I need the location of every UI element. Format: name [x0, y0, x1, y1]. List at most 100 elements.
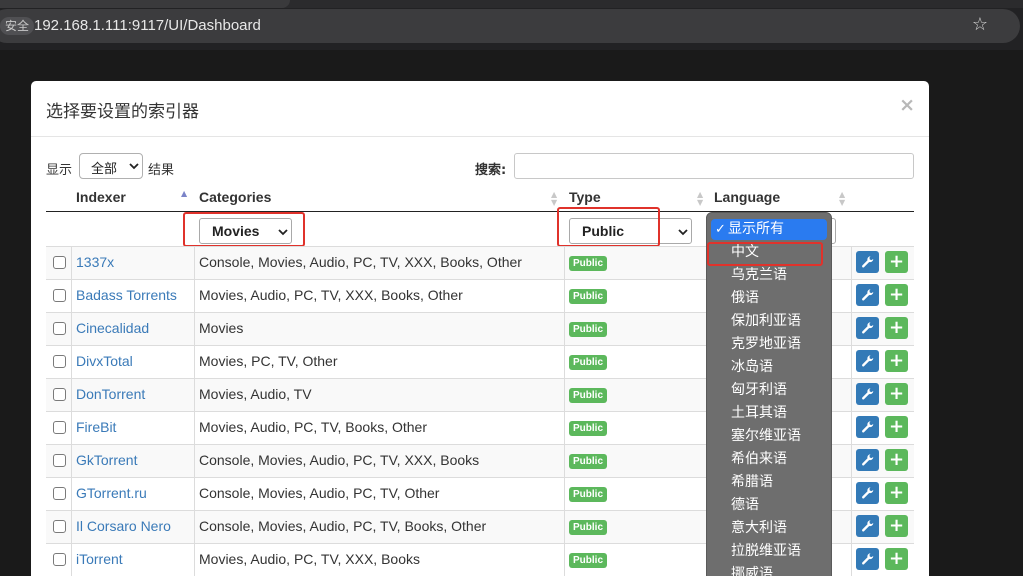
- language-option-label: 土耳其语: [731, 405, 787, 421]
- column-divider: [851, 346, 852, 379]
- language-option[interactable]: 意大利语: [711, 518, 827, 539]
- language-option[interactable]: 克罗地亚语: [711, 334, 827, 355]
- active-tab[interactable]: [0, 0, 290, 8]
- row-select-checkbox[interactable]: [53, 322, 66, 335]
- configure-button[interactable]: [856, 350, 879, 372]
- add-indexer-button[interactable]: +: [885, 548, 908, 570]
- language-dropdown[interactable]: ✓ 显示所有 中文 乌克兰语 俄语 保加利亚语 克罗地亚语 冰岛语 匈牙利语 土耳其语 塞尔维亚语希…: [706, 212, 832, 576]
- add-indexer-button[interactable]: +: [885, 449, 908, 471]
- add-indexer-button[interactable]: +: [885, 284, 908, 306]
- add-indexer-button[interactable]: +: [885, 251, 908, 273]
- language-option[interactable]: 希伯来语: [711, 449, 827, 470]
- indexer-name-link[interactable]: Il Corsaro Nero: [76, 518, 171, 534]
- add-indexer-button[interactable]: +: [885, 317, 908, 339]
- language-option[interactable]: 乌克兰语: [711, 265, 827, 286]
- configure-button[interactable]: [856, 317, 879, 339]
- header-categories[interactable]: Categories: [199, 189, 271, 205]
- header-type[interactable]: Type: [569, 189, 601, 205]
- row-select-checkbox[interactable]: [53, 454, 66, 467]
- language-option[interactable]: 俄语: [711, 288, 827, 309]
- sort-icon[interactable]: ▲ ▼: [697, 191, 703, 207]
- column-divider: [564, 511, 565, 544]
- column-divider: [851, 445, 852, 478]
- wrench-icon: [861, 452, 875, 471]
- language-option-label: 冰岛语: [731, 359, 773, 375]
- tab-strip: [0, 0, 1023, 8]
- close-icon[interactable]: ×: [899, 95, 915, 115]
- column-divider: [564, 346, 565, 379]
- length-prefix-label: 显示: [46, 163, 73, 178]
- row-select-checkbox[interactable]: [53, 520, 66, 533]
- add-indexer-button[interactable]: +: [885, 482, 908, 504]
- row-select-checkbox[interactable]: [53, 289, 66, 302]
- language-option[interactable]: 土耳其语: [711, 403, 827, 424]
- configure-button[interactable]: [856, 416, 879, 438]
- language-option[interactable]: 匈牙利语: [711, 380, 827, 401]
- configure-button[interactable]: [856, 251, 879, 273]
- row-select-checkbox[interactable]: [53, 256, 66, 269]
- configure-button[interactable]: [856, 548, 879, 570]
- configure-button[interactable]: [856, 482, 879, 504]
- row-select-checkbox[interactable]: [53, 355, 66, 368]
- column-divider: [194, 280, 195, 313]
- add-indexer-button[interactable]: +: [885, 383, 908, 405]
- column-divider: [71, 478, 72, 511]
- language-option[interactable]: 冰岛语: [711, 357, 827, 378]
- row-select-checkbox[interactable]: [53, 553, 66, 566]
- indexer-name-link[interactable]: FireBit: [76, 419, 116, 435]
- column-divider: [851, 313, 852, 346]
- sort-asc-icon[interactable]: ▲: [181, 190, 187, 198]
- chevron-down-icon: [678, 229, 688, 236]
- column-divider: [194, 346, 195, 379]
- indexer-name-link[interactable]: Cinecalidad: [76, 320, 149, 336]
- header-indexer[interactable]: Indexer: [76, 189, 126, 205]
- configure-button[interactable]: [856, 515, 879, 537]
- column-divider: [564, 280, 565, 313]
- row-select-checkbox[interactable]: [53, 421, 66, 434]
- indexer-name-link[interactable]: 1337x: [76, 254, 114, 270]
- language-option[interactable]: 保加利亚语: [711, 311, 827, 332]
- search-input[interactable]: [514, 153, 914, 179]
- add-indexer-button[interactable]: +: [885, 515, 908, 537]
- configure-button[interactable]: [856, 449, 879, 471]
- language-option-label: 希伯来语: [731, 451, 787, 467]
- sort-icon[interactable]: ▲ ▼: [551, 191, 557, 207]
- language-option[interactable]: 德语: [711, 495, 827, 516]
- indexer-name-link[interactable]: GkTorrent: [76, 452, 137, 468]
- indexer-name-link[interactable]: iTorrent: [76, 551, 123, 567]
- add-indexer-button[interactable]: +: [885, 350, 908, 372]
- url-text[interactable]: 192.168.1.111:9117/UI/Dashboard: [34, 16, 261, 36]
- wrench-icon: [861, 254, 875, 273]
- language-option[interactable]: 希腊语: [711, 472, 827, 493]
- column-divider: [851, 544, 852, 576]
- star-icon[interactable]: ☆: [970, 14, 990, 36]
- plus-icon: +: [888, 449, 905, 470]
- language-option[interactable]: ✓ 显示所有: [711, 219, 827, 240]
- add-indexer-button[interactable]: +: [885, 416, 908, 438]
- indexer-name-link[interactable]: Badass Torrents: [76, 287, 177, 303]
- language-option[interactable]: 挪威语: [711, 564, 827, 576]
- indexer-name-link[interactable]: GTorrent.ru: [76, 485, 147, 501]
- indexer-name-link[interactable]: DivxTotal: [76, 353, 133, 369]
- indexer-name-link[interactable]: DonTorrent: [76, 386, 145, 402]
- column-divider: [564, 445, 565, 478]
- row-select-checkbox[interactable]: [53, 487, 66, 500]
- column-divider: [194, 313, 195, 346]
- language-option[interactable]: 拉脱维亚语: [711, 541, 827, 562]
- language-option-label: 德语: [731, 497, 759, 513]
- modal-header-divider: [31, 136, 929, 137]
- header-language[interactable]: Language: [714, 189, 780, 205]
- page-length-select[interactable]: 全部: [79, 153, 143, 179]
- plus-icon: +: [888, 383, 905, 404]
- sort-icon[interactable]: ▲ ▼: [839, 191, 845, 207]
- type-badge: Public: [569, 421, 608, 436]
- plus-icon: +: [888, 317, 905, 338]
- security-indicator[interactable]: 安全: [0, 17, 35, 35]
- configure-button[interactable]: [856, 383, 879, 405]
- type-badge: Public: [569, 355, 608, 370]
- row-select-checkbox[interactable]: [53, 388, 66, 401]
- configure-button[interactable]: [856, 284, 879, 306]
- indexer-categories: Movies, Audio, PC, TV, XXX, Books: [199, 551, 420, 567]
- language-option[interactable]: 塞尔维亚语: [711, 426, 827, 447]
- column-divider: [194, 511, 195, 544]
